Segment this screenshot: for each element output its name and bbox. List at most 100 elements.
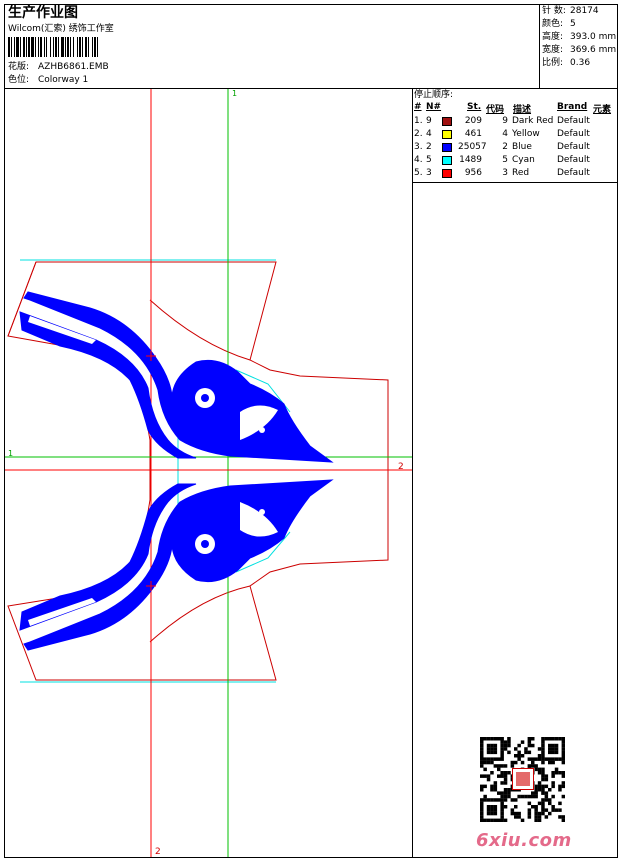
qr-module <box>544 777 549 782</box>
qr-module <box>534 794 538 799</box>
qr-module <box>527 743 532 748</box>
qr-module <box>554 757 559 761</box>
qr-module <box>483 760 487 765</box>
qr-module <box>500 757 504 761</box>
barcode-bar <box>85 37 87 57</box>
guide-label-left: 1 <box>8 449 14 458</box>
qr-module <box>551 743 555 748</box>
qr-module <box>480 764 484 768</box>
company-name: Wilcom(汇索) 绣饰工作室 <box>8 24 114 34</box>
qr-module <box>486 743 491 748</box>
qr-module <box>486 805 491 809</box>
qr-module <box>497 818 501 822</box>
qr-module <box>500 771 504 775</box>
qr-module <box>517 757 521 761</box>
guide-lines <box>5 89 412 857</box>
qr-module <box>493 750 498 755</box>
qr-module <box>493 781 498 785</box>
qr-module <box>537 781 542 785</box>
qr-module <box>537 754 542 758</box>
barcode-bar <box>53 37 54 57</box>
qr-module <box>554 750 559 755</box>
qr-module <box>534 811 538 816</box>
qr-module <box>503 798 508 802</box>
qr-module <box>500 801 504 806</box>
qr-module <box>480 737 484 741</box>
qr-module <box>500 805 504 809</box>
qr-module <box>561 757 565 761</box>
qr-module <box>534 815 538 819</box>
qr-module <box>480 740 484 744</box>
qr-module <box>531 743 535 748</box>
qr-module <box>500 811 504 816</box>
qr-module <box>548 760 552 765</box>
qr-module <box>548 757 552 761</box>
qr-module <box>497 791 501 795</box>
barcode-bar <box>79 37 81 57</box>
qr-module <box>531 805 535 809</box>
barcode-bar <box>11 37 12 57</box>
qr-module <box>490 788 494 792</box>
qr-module <box>561 815 565 819</box>
qr-module <box>548 750 552 755</box>
qr-module <box>534 818 538 822</box>
qr-module <box>541 808 545 812</box>
qr-module <box>561 740 565 744</box>
barcode-bar <box>16 37 19 57</box>
qr-module <box>497 767 501 772</box>
qr-module <box>503 764 508 768</box>
qr-module <box>561 781 565 785</box>
barcode-bar <box>70 37 71 57</box>
qr-module <box>483 818 487 822</box>
qr-module <box>558 757 562 761</box>
qr-module <box>554 743 559 748</box>
row-number: 3. <box>414 142 423 152</box>
barcode-bar <box>23 37 25 57</box>
qr-module <box>486 774 491 778</box>
qr-module <box>517 754 521 758</box>
qr-module <box>500 774 504 778</box>
qr-module <box>551 781 555 785</box>
qr-module <box>537 767 542 772</box>
height-label: 高度: <box>542 32 564 42</box>
qr-module <box>520 740 525 744</box>
qr-module <box>534 788 538 792</box>
qr-module <box>503 747 508 751</box>
guide-label-right: 2 <box>398 462 404 472</box>
row-needle: 9 <box>426 116 432 126</box>
qr-module <box>527 737 532 741</box>
row-stitches: 209 <box>464 116 482 126</box>
qr-module <box>493 764 498 768</box>
qr-module <box>534 757 538 761</box>
qr-module <box>537 801 542 806</box>
qr-module <box>497 774 501 778</box>
qr-module <box>548 743 552 748</box>
qr-module <box>500 750 504 755</box>
qr-module <box>544 784 549 789</box>
qr-module <box>548 811 552 816</box>
qr-module <box>537 757 542 761</box>
row-needle: 2 <box>426 142 432 152</box>
row-stitches: 461 <box>464 129 482 139</box>
colorway-label: 色位: <box>8 75 30 85</box>
qr-module <box>490 784 494 789</box>
qr-module <box>561 784 565 789</box>
qr-module <box>486 818 491 822</box>
qr-module <box>541 771 545 775</box>
qr-module <box>554 747 559 751</box>
col-header-desc: 描述 <box>513 105 532 115</box>
qr-module <box>510 760 515 765</box>
qr-module <box>548 801 552 806</box>
qr-module <box>534 808 538 812</box>
qr-module <box>503 771 508 775</box>
qr-module <box>503 774 508 778</box>
qr-module <box>527 801 532 806</box>
row-stitches: 25057 <box>458 142 487 152</box>
qr-module <box>524 794 528 799</box>
cyan-outline <box>20 259 291 683</box>
barcode-bar <box>88 37 89 57</box>
qr-module <box>507 794 511 799</box>
qr-module <box>541 805 545 809</box>
qr-module <box>503 743 508 748</box>
blue-embroidery-bottom <box>19 479 334 651</box>
